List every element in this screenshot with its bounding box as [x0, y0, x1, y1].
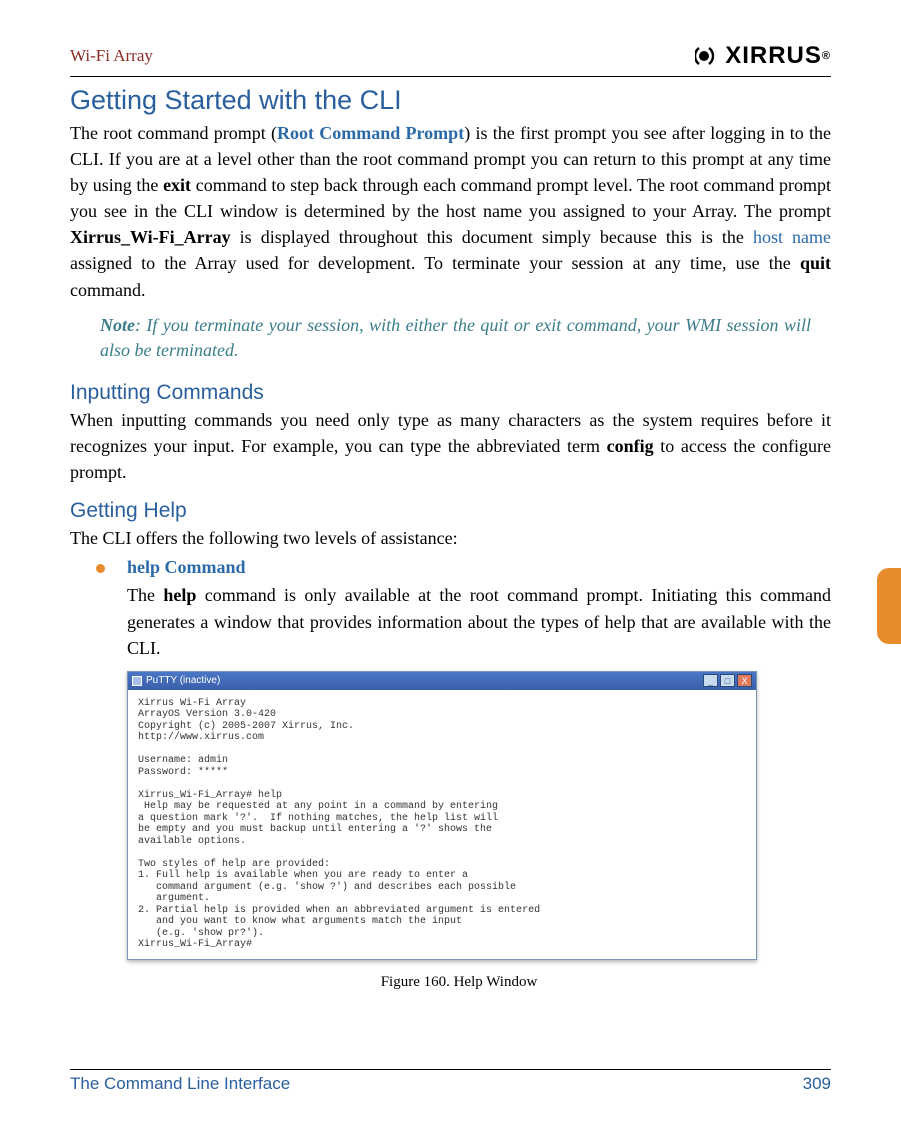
text: command is only available at the root co…	[127, 585, 831, 657]
getting-started-paragraph: The root command prompt (Root Command Pr…	[70, 120, 831, 303]
putty-icon	[132, 676, 142, 686]
note-label: Note	[100, 315, 135, 335]
page-footer: The Command Line Interface 309	[70, 1069, 831, 1094]
page-header: Wi-Fi Array XIRRUS®	[70, 42, 831, 77]
figure-help-window: PuTTY (inactive) _ □ X Xirrus Wi-Fi Arra…	[127, 671, 791, 991]
bullet-help-body: The help command is only available at th…	[70, 582, 831, 660]
note-text: : If you terminate your session, with ei…	[100, 315, 811, 360]
termination-note: Note: If you terminate your session, wit…	[70, 309, 831, 367]
footer-section-title: The Command Line Interface	[70, 1074, 290, 1094]
text: is displayed throughout this document si…	[231, 227, 753, 247]
text: assigned to the Array used for developme…	[70, 253, 800, 273]
kw-config: config	[607, 436, 654, 456]
logo-text: XIRRUS	[725, 42, 822, 70]
section-getting-started-title: Getting Started with the CLI	[70, 85, 831, 116]
kw-prompt: Xirrus_Wi-Fi_Array	[70, 227, 231, 247]
minimize-button[interactable]: _	[703, 674, 718, 687]
putty-terminal-output: Xirrus Wi-Fi Array ArrayOS Version 3.0-4…	[128, 690, 756, 959]
figure-caption: Figure 160. Help Window	[127, 974, 791, 991]
bullet-icon	[96, 564, 105, 573]
section-getting-help-title: Getting Help	[70, 499, 831, 523]
brand-logo: XIRRUS®	[695, 42, 831, 70]
kw-help: help	[163, 585, 196, 605]
text: The root command prompt (	[70, 123, 277, 143]
maximize-button[interactable]: □	[720, 674, 735, 687]
link-host-name[interactable]: host name	[753, 227, 831, 247]
header-title: Wi-Fi Array	[70, 46, 153, 66]
window-buttons: _ □ X	[703, 674, 752, 687]
text: The	[127, 585, 163, 605]
kw-quit: quit	[800, 253, 831, 273]
putty-window: PuTTY (inactive) _ □ X Xirrus Wi-Fi Arra…	[127, 671, 757, 960]
logo-icon	[695, 43, 725, 69]
link-root-command-prompt[interactable]: Root Command Prompt	[277, 123, 464, 143]
text: command.	[70, 280, 145, 300]
getting-help-intro: The CLI offers the following two levels …	[70, 525, 831, 551]
putty-title-text: PuTTY (inactive)	[146, 675, 220, 686]
inputting-paragraph: When inputting commands you need only ty…	[70, 407, 831, 485]
page-number: 309	[803, 1074, 831, 1094]
close-button[interactable]: X	[737, 674, 752, 687]
section-inputting-title: Inputting Commands	[70, 381, 831, 405]
kw-exit: exit	[163, 175, 191, 195]
side-tab-icon	[877, 568, 901, 644]
bullet-help-command: help Command	[70, 557, 831, 578]
putty-titlebar: PuTTY (inactive) _ □ X	[128, 672, 756, 690]
bullet-title: help Command	[127, 557, 246, 578]
